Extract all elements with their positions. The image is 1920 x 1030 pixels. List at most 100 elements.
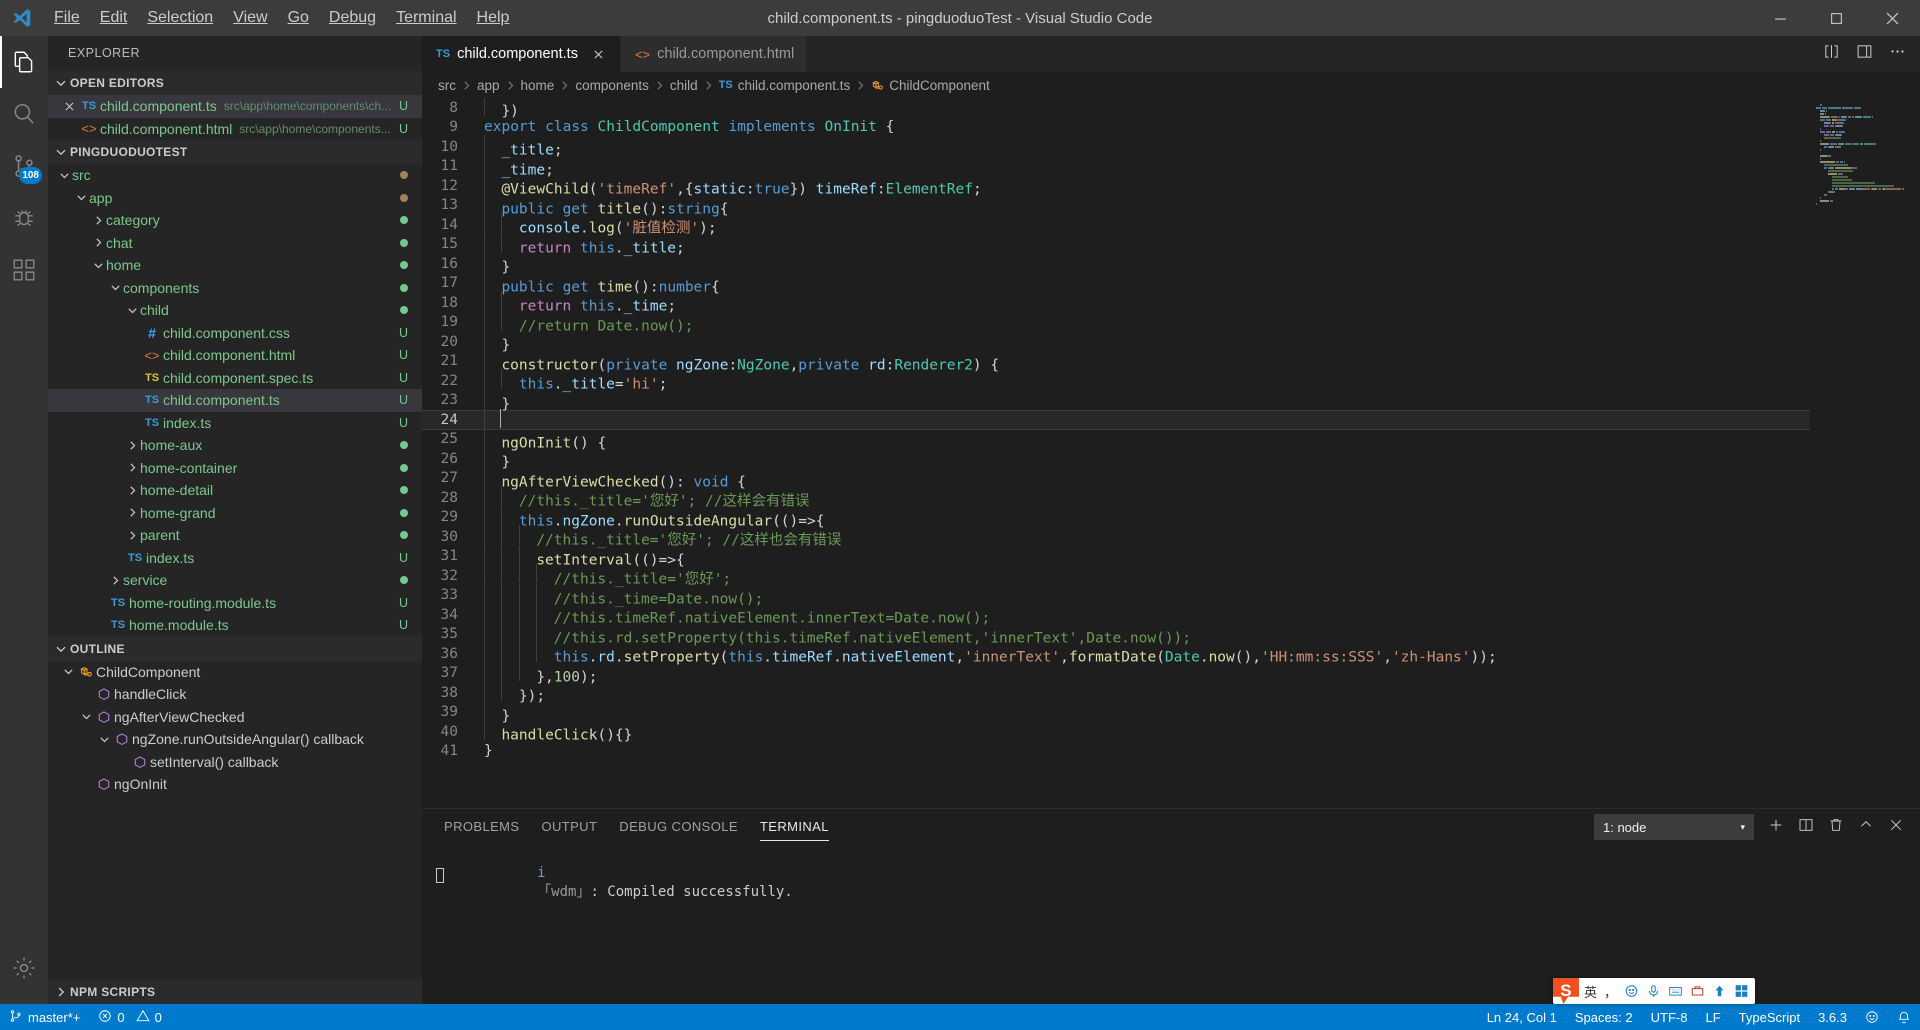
- tree-file-child.component.ts[interactable]: TS child.component.ts U: [48, 389, 422, 412]
- menu-terminal[interactable]: Terminal: [386, 0, 466, 36]
- code-line[interactable]: 22 this._title='hi';: [422, 369, 1810, 393]
- menu-debug[interactable]: Debug: [319, 0, 386, 36]
- close-icon[interactable]: [1864, 0, 1920, 36]
- tree-file-index.ts[interactable]: TS index.ts U: [48, 547, 422, 570]
- tree-folder-parent[interactable]: parent: [48, 524, 422, 547]
- menu-view[interactable]: View: [223, 0, 277, 36]
- tree-file-index.ts[interactable]: TS index.ts U: [48, 412, 422, 435]
- code-line[interactable]: 23}: [422, 388, 1810, 412]
- chevron-right-icon[interactable]: [124, 440, 140, 451]
- chevron-right-icon[interactable]: [107, 575, 123, 586]
- menu-edit[interactable]: Edit: [90, 0, 138, 36]
- tree-file-child.component.css[interactable]: # child.component.css U: [48, 322, 422, 345]
- tab-problems[interactable]: PROBLEMS: [444, 809, 519, 845]
- chevron-right-icon[interactable]: [90, 237, 106, 248]
- tree-folder-home[interactable]: home: [48, 254, 422, 277]
- tab-terminal[interactable]: TERMINAL: [759, 809, 829, 845]
- status-source-control[interactable]: master*+: [0, 1004, 89, 1030]
- tree-folder-app[interactable]: app: [48, 187, 422, 210]
- code-line[interactable]: 24: [422, 408, 1810, 430]
- chevron-right-icon[interactable]: [90, 215, 106, 226]
- outline-item-childcomponent[interactable]: ChildComponent: [48, 661, 422, 684]
- chevron-down-icon[interactable]: [107, 282, 123, 293]
- tree-folder-child[interactable]: child: [48, 299, 422, 322]
- maximize-icon[interactable]: [1808, 0, 1864, 36]
- kill-terminal-icon[interactable]: [1828, 817, 1844, 838]
- toolbox-icon[interactable]: [1688, 984, 1707, 998]
- chevron-down-icon[interactable]: [56, 170, 72, 181]
- code-line[interactable]: 41}: [422, 742, 1810, 762]
- close-panel-icon[interactable]: [1888, 817, 1904, 838]
- status-ts-version[interactable]: 3.6.3: [1809, 1010, 1856, 1025]
- section-outline[interactable]: OUTLINE: [48, 636, 422, 661]
- tree-folder-src[interactable]: src: [48, 164, 422, 187]
- code-line[interactable]: 37},100);: [422, 661, 1810, 685]
- up-icon[interactable]: [1710, 984, 1729, 998]
- ime-language-toggle[interactable]: 英: [1582, 982, 1599, 1001]
- editor-scrollbar[interactable]: [1906, 98, 1920, 808]
- maximize-panel-icon[interactable]: [1858, 817, 1874, 838]
- sidebar-item-explorer[interactable]: [0, 36, 48, 88]
- open-editor-row[interactable]: <> child.component.html src\app\home\com…: [48, 118, 422, 141]
- breadcrumb-item[interactable]: src: [438, 78, 456, 93]
- smiley-icon[interactable]: [1622, 984, 1641, 998]
- ime-punctuation-toggle[interactable]: ，: [1602, 982, 1619, 1001]
- tree-file-home.module.ts[interactable]: TS home.module.ts U: [48, 614, 422, 637]
- breadcrumb-item[interactable]: child: [670, 78, 698, 93]
- open-editor-row[interactable]: TS child.component.ts src\app\home\compo…: [48, 95, 422, 118]
- chevron-down-icon[interactable]: [90, 260, 106, 271]
- breadcrumb-item[interactable]: app: [477, 78, 500, 93]
- bell-icon[interactable]: [1888, 1010, 1920, 1024]
- smiley-icon[interactable]: [1856, 1010, 1888, 1024]
- ime-toolbar[interactable]: S 英 ，: [1552, 978, 1755, 1004]
- status-problems[interactable]: 0 0: [89, 1004, 170, 1030]
- breadcrumb-item[interactable]: TS child.component.ts: [719, 78, 851, 93]
- chevron-down-icon[interactable]: [96, 734, 112, 745]
- chevron-down-icon[interactable]: [124, 305, 140, 316]
- layout-icon[interactable]: [1856, 43, 1873, 65]
- breadcrumb-item[interactable]: home: [521, 78, 555, 93]
- tab-output[interactable]: OUTPUT: [541, 809, 597, 845]
- section-project[interactable]: PINGDUODUOTEST: [48, 140, 422, 164]
- section-open-editors[interactable]: OPEN EDITORS: [48, 71, 422, 95]
- tree-file-child.component.html[interactable]: <> child.component.html U: [48, 344, 422, 367]
- breadcrumb-item[interactable]: components: [575, 78, 649, 93]
- code-line[interactable]: 8}): [422, 98, 1810, 120]
- code-line[interactable]: 9 export class ChildComponent implements …: [422, 118, 1810, 138]
- chevron-right-icon[interactable]: [124, 530, 140, 541]
- breadcrumb-item[interactable]: ChildComponent: [871, 78, 990, 93]
- code-line[interactable]: 19 //return Date.now();: [422, 310, 1810, 334]
- close-icon[interactable]: [60, 101, 78, 112]
- keyboard-icon[interactable]: [1666, 984, 1685, 998]
- chevron-right-icon[interactable]: [124, 507, 140, 518]
- menu-go[interactable]: Go: [278, 0, 319, 36]
- chevron-down-icon[interactable]: [60, 666, 76, 677]
- tab-debug-console[interactable]: DEBUG CONSOLE: [619, 809, 738, 845]
- status-language-mode[interactable]: TypeScript: [1730, 1010, 1809, 1025]
- outline-item-handleclick[interactable]: handleClick: [48, 683, 422, 706]
- code-editor[interactable]: 8}) 9 export class ChildComponent implemen…: [422, 98, 1920, 808]
- tree-folder-home-detail[interactable]: home-detail: [48, 479, 422, 502]
- tree-folder-service[interactable]: service: [48, 569, 422, 592]
- tree-folder-home-aux[interactable]: home-aux: [48, 434, 422, 457]
- tree-folder-home-container[interactable]: home-container: [48, 457, 422, 480]
- tree-folder-chat[interactable]: chat: [48, 232, 422, 255]
- code-line[interactable]: 15 return this._title;: [422, 232, 1810, 256]
- split-editor-icon[interactable]: [1823, 43, 1840, 65]
- tree-file-child.component.spec.ts[interactable]: TS child.component.spec.ts U: [48, 367, 422, 390]
- outline-item-setinterval-callback[interactable]: setInterval() callback: [48, 751, 422, 774]
- section-npm-scripts[interactable]: NPM SCRIPTS: [48, 980, 422, 1004]
- code-line[interactable]: 40 handleClick(){}: [422, 720, 1810, 744]
- code-line[interactable]: 36 this.rd.setProperty(this.timeRef.nativ…: [422, 642, 1810, 666]
- status-eol[interactable]: LF: [1696, 1010, 1729, 1025]
- sidebar-item-debug[interactable]: [0, 192, 48, 244]
- sidebar-item-search[interactable]: [0, 88, 48, 140]
- tree-folder-category[interactable]: category: [48, 209, 422, 232]
- gear-icon[interactable]: [0, 942, 48, 994]
- outline-item-ngzone-runoutsideangular-callback[interactable]: ngZone.runOutsideAngular() callback: [48, 728, 422, 751]
- split-terminal-icon[interactable]: [1798, 817, 1814, 838]
- tab-child-component-ts[interactable]: TS child.component.ts: [422, 36, 621, 72]
- status-indentation[interactable]: Spaces: 2: [1566, 1010, 1642, 1025]
- terminal-select[interactable]: 1: node ▾: [1594, 814, 1754, 840]
- minimap[interactable]: [1810, 98, 1920, 808]
